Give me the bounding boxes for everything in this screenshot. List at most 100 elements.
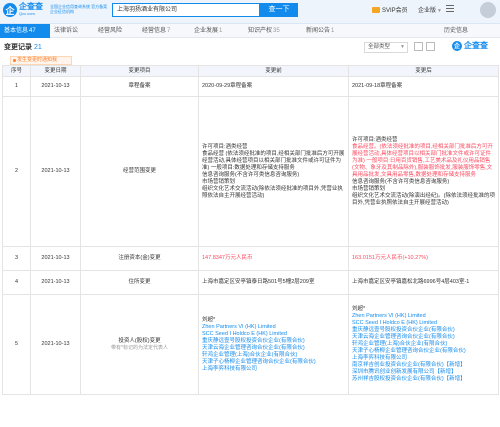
- tab-legal[interactable]: 法律诉讼: [50, 24, 94, 38]
- cell-after: 刘超* Zhen Partners VI (HK) Limited SCC Seed…: [348, 294, 499, 395]
- after-line[interactable]: Zhen Partners VI (HK) Limited: [352, 313, 495, 320]
- crown-icon: [372, 6, 380, 13]
- vip-link[interactable]: SVIP会员: [372, 5, 408, 14]
- table-row: 1 2021-10-13 章程备案 2020-09-29章程备案 2021-09-18章…: [2, 76, 499, 97]
- cell-date: 2021-10-13: [30, 294, 81, 395]
- menu-icon[interactable]: [446, 5, 454, 12]
- section-title: 变更记录 21: [4, 42, 42, 52]
- tab-news[interactable]: 新闻公告1: [302, 24, 358, 38]
- item-label: 经营范围变更: [122, 168, 156, 174]
- after-line[interactable]: 深圳市腾讯创业创新发展有限公司【新增】: [352, 369, 495, 376]
- logo-subtitle: Qcc.com: [19, 11, 35, 16]
- table-row: 4 2021-10-13 住所变更 上海市嘉定区安亭镇泰日路501号5幢2层209室 上…: [2, 270, 499, 295]
- logo-title: 企查查: [19, 2, 43, 11]
- search-button[interactable]: 查一下: [260, 3, 298, 17]
- after-line[interactable]: SCC Seed I Holdco E (HK) Limited: [352, 320, 495, 327]
- item-label: 章程备案: [128, 83, 151, 89]
- tab-count: 7: [167, 28, 171, 34]
- before-line[interactable]: SCC Seed I Holdco E (HK) Limited: [202, 331, 345, 338]
- col-header-item: 变更项目: [80, 65, 199, 77]
- after-line[interactable]: 天津子心杨柳企业管理咨询合伙企业(有限合伙): [352, 348, 495, 355]
- search-input[interactable]: 上海羽扬酒业有限公司: [112, 3, 260, 17]
- chevron-down-icon: ▼: [437, 8, 442, 14]
- after-line: 市场营销策划: [352, 185, 386, 192]
- cell-no: 4: [2, 270, 31, 295]
- tab-label: 经营信息: [142, 28, 167, 34]
- cell-item: 经营范围变更: [80, 96, 199, 247]
- table-row: 3 2021-10-13 注册资本(金)变更 147.8347万元人民币 163.015…: [2, 246, 499, 271]
- cell-no: 1: [2, 76, 31, 97]
- cell-item: 投资人(股权)变更 带有*标记的为法定代表人: [80, 294, 199, 395]
- enterprise-menu[interactable]: 企业版▼: [418, 5, 442, 14]
- col-header-after: 变更后: [348, 65, 499, 77]
- cell-after: 2021-09-18章程备案: [348, 76, 499, 97]
- enterprise-label: 企业版: [418, 8, 437, 14]
- after-line[interactable]: 天津云海企业管理咨询合伙企业(有限合伙): [352, 334, 495, 341]
- cell-date: 2021-10-13: [30, 270, 81, 295]
- tab-development[interactable]: 企业发展1: [190, 24, 244, 38]
- cell-before: 147.8347万元人民币: [198, 246, 349, 271]
- cell-item: 注册资本(金)变更: [80, 246, 199, 271]
- table-header-row: 序号 变更日期 变更项目 变更前 变更后: [2, 65, 499, 77]
- before-line: 上海市嘉定区安亭镇泰日路501号5幢2层209室: [202, 279, 315, 285]
- item-label: 注册资本(金)变更: [118, 255, 161, 261]
- cell-no: 2: [2, 96, 31, 247]
- after-line[interactable]: 苏州祥吉股权投资合伙企业(有限合伙)【新增】: [352, 376, 495, 383]
- after-line: 信息咨询服务(不含许可类信息咨询服务): [352, 178, 450, 185]
- tab-basic-info[interactable]: 基本信息47: [0, 24, 50, 38]
- before-line[interactable]: 上海李弈科技有限公司: [202, 366, 345, 373]
- tab-count: 35: [273, 28, 280, 34]
- logo[interactable]: 企 企查查 Qcc.com: [3, 3, 43, 17]
- item-note: 带有*标记的为法定代表人: [111, 344, 168, 351]
- tab-label: 企业发展: [194, 28, 219, 34]
- before-line: 147.8347万元人民币: [202, 255, 253, 261]
- toolbar: [414, 42, 438, 51]
- after-line: 许可项目:酒类经营: [352, 136, 398, 143]
- cell-item: 住所变更: [80, 270, 199, 295]
- cell-date: 2021-10-13: [30, 76, 81, 97]
- item-label: 投资人(股权)变更: [118, 337, 161, 344]
- watermark-brand: 企 企查查: [452, 40, 488, 51]
- item-label: 住所变更: [128, 279, 151, 285]
- before-line[interactable]: 天津云海企业管理咨询合伙企业(有限合伙): [202, 345, 345, 352]
- before-line: 市场营销策划: [202, 178, 236, 185]
- cell-no: 5: [2, 294, 31, 395]
- tab-ip[interactable]: 知识产权35: [244, 24, 302, 38]
- cell-item: 章程备案: [80, 76, 199, 97]
- after-line: 食品经营。(依法须经批准的项目,经相关部门批准后方可开展经营活动,具体经营项目以…: [352, 143, 493, 178]
- tab-operation[interactable]: 经营信息7: [138, 24, 190, 38]
- after-line: 163.0151万元人民币(+10.27%): [352, 255, 428, 261]
- after-line[interactable]: 上海李弈科技有限公司: [352, 355, 495, 362]
- tab-history[interactable]: 历史信息: [440, 24, 500, 38]
- before-line[interactable]: 轩鸿企业管理(上海)合伙企业(有限合伙): [202, 352, 345, 359]
- tagline: 全国企业信用查询系统 官方备案企业征信机构: [50, 4, 108, 14]
- before-line[interactable]: Zhen Partners VI (HK) Limited: [202, 324, 345, 331]
- col-header-no: 序号: [2, 65, 31, 77]
- grid-icon[interactable]: [426, 42, 435, 51]
- avatar[interactable]: [480, 2, 496, 18]
- after-line[interactable]: 南京祥吉创业投资合伙企业(有限合伙)【新增】: [352, 362, 495, 369]
- before-line: 许可项目:酒类经营: [202, 143, 248, 150]
- after-line: 2021-09-18章程备案: [352, 83, 403, 89]
- after-line[interactable]: 刘超*: [352, 306, 495, 313]
- tab-risk[interactable]: 经营风险: [94, 24, 138, 38]
- tab-label: 知识产权: [248, 28, 273, 34]
- before-line: 2020-09-29章程备案: [202, 83, 253, 89]
- logo-mark: 企: [3, 3, 17, 17]
- after-line[interactable]: 轩鸿企业管理(上海)合伙企业(有限合伙): [352, 341, 495, 348]
- notify-hint[interactable]: 发生变更时通知我: [10, 56, 72, 65]
- after-line[interactable]: 重庆静远壹号股权投资合伙企业(有限合伙): [352, 327, 495, 334]
- cell-after: 许可项目:酒类经营 食品经营。(依法须经批准的项目,经相关部门批准后方可开展经营活…: [348, 96, 499, 247]
- before-line[interactable]: 天津子心杨柳企业管理咨询合伙企业(有限合伙): [202, 359, 345, 366]
- type-filter-select[interactable]: 全部类型 ▼: [364, 42, 408, 53]
- tab-count: 47: [29, 28, 36, 34]
- before-line: 组织文化艺术交流活动(除依法须经批准的项目外,凭营业执照依法自主开展经营活动): [202, 185, 343, 199]
- cell-before: 刘超* Zhen Partners VI (HK) Limited SCC Seed…: [198, 294, 349, 395]
- before-line[interactable]: 重庆静远壹号股权投资合伙企业(有限合伙): [202, 338, 345, 345]
- tab-label: 新闻公告: [306, 28, 331, 34]
- after-line: 上海市嘉定区安亭镇嘉松北路6996号4层403室-1: [352, 279, 470, 285]
- tab-label: 历史信息: [444, 28, 469, 34]
- before-line[interactable]: 刘超*: [202, 317, 345, 324]
- tab-label: 基本信息: [4, 28, 29, 34]
- export-icon[interactable]: [414, 42, 423, 51]
